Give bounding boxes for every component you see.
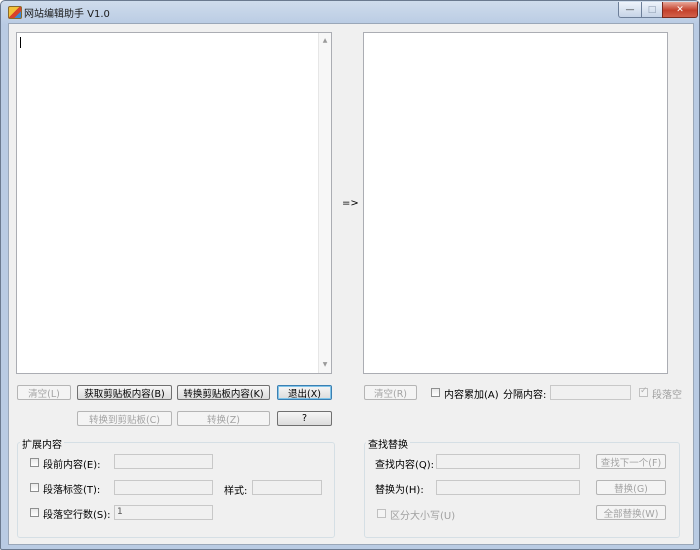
- before-content-label: 段前内容(E):: [43, 460, 101, 471]
- source-scrollbar[interactable]: ▲ ▼: [318, 33, 331, 373]
- find-next-button[interactable]: 查找下一个(F): [596, 454, 666, 469]
- find-label: 查找内容(Q):: [375, 460, 435, 471]
- paragraph-tag-input[interactable]: [114, 480, 213, 495]
- before-content-checkbox[interactable]: [30, 458, 39, 467]
- replace-label: 替换为(H):: [375, 485, 424, 496]
- scroll-down-icon[interactable]: ▼: [319, 359, 331, 371]
- app-icon: [8, 6, 22, 19]
- maximize-button[interactable]: □: [641, 2, 663, 18]
- paragraph-empty-label: 段落空: [652, 390, 682, 401]
- minimize-button[interactable]: —: [618, 2, 642, 18]
- app-window: 网站编辑助手 V1.0 — □ ✕ ▲ ▼ => 清空(L) 获取剪贴板内容(B…: [0, 0, 700, 550]
- clear-left-button[interactable]: 清空(L): [17, 385, 71, 400]
- paragraph-empty-checkbox[interactable]: ✓: [639, 386, 648, 397]
- separator-input[interactable]: [550, 385, 631, 400]
- paragraph-tag-checkbox[interactable]: [30, 483, 39, 492]
- blank-lines-label: 段落空行数(S):: [43, 510, 111, 521]
- help-button[interactable]: ?: [277, 411, 332, 426]
- replace-input[interactable]: [436, 480, 580, 495]
- convert-button[interactable]: 转换(Z): [177, 411, 270, 426]
- append-label: 内容累加(A): [444, 390, 499, 401]
- before-content-input[interactable]: [114, 454, 213, 469]
- separator-label: 分隔内容:: [503, 390, 547, 401]
- scroll-up-icon[interactable]: ▲: [319, 35, 331, 47]
- style-input[interactable]: [252, 480, 322, 495]
- extend-group-title: 扩展内容: [20, 436, 64, 451]
- find-input[interactable]: [436, 454, 580, 469]
- replace-all-button[interactable]: 全部替换(W): [596, 505, 666, 520]
- source-textarea[interactable]: ▲ ▼: [16, 32, 332, 374]
- blank-lines-input[interactable]: 1: [114, 505, 213, 520]
- case-sensitive-label: 区分大小写(U): [390, 511, 456, 522]
- replace-button[interactable]: 替换(G): [596, 480, 666, 495]
- title-bar[interactable]: 网站编辑助手 V1.0 — □ ✕: [1, 1, 699, 23]
- window-title: 网站编辑助手 V1.0: [24, 9, 110, 20]
- close-button[interactable]: ✕: [662, 2, 698, 18]
- paragraph-tag-label: 段落标签(T):: [43, 485, 101, 496]
- text-caret: [20, 37, 21, 48]
- convert-arrow: =>: [342, 198, 359, 209]
- result-textarea[interactable]: [363, 32, 668, 374]
- find-group-title: 查找替换: [366, 436, 410, 451]
- case-sensitive-checkbox[interactable]: [377, 509, 386, 518]
- blank-lines-checkbox[interactable]: [30, 508, 39, 517]
- clear-right-button[interactable]: 清空(R): [364, 385, 417, 400]
- get-clipboard-button[interactable]: 获取剪贴板内容(B): [77, 385, 172, 400]
- check-mark-icon: ✓: [640, 386, 648, 396]
- append-checkbox[interactable]: [431, 388, 440, 397]
- style-label: 样式:: [224, 486, 248, 497]
- convert-to-clipboard-button[interactable]: 转换到剪贴板(C): [77, 411, 172, 426]
- client-area: ▲ ▼ => 清空(L) 获取剪贴板内容(B) 转换剪贴板内容(K) 退出(X)…: [8, 23, 694, 545]
- exit-button[interactable]: 退出(X): [277, 385, 332, 400]
- convert-clipboard-button[interactable]: 转换剪贴板内容(K): [177, 385, 270, 400]
